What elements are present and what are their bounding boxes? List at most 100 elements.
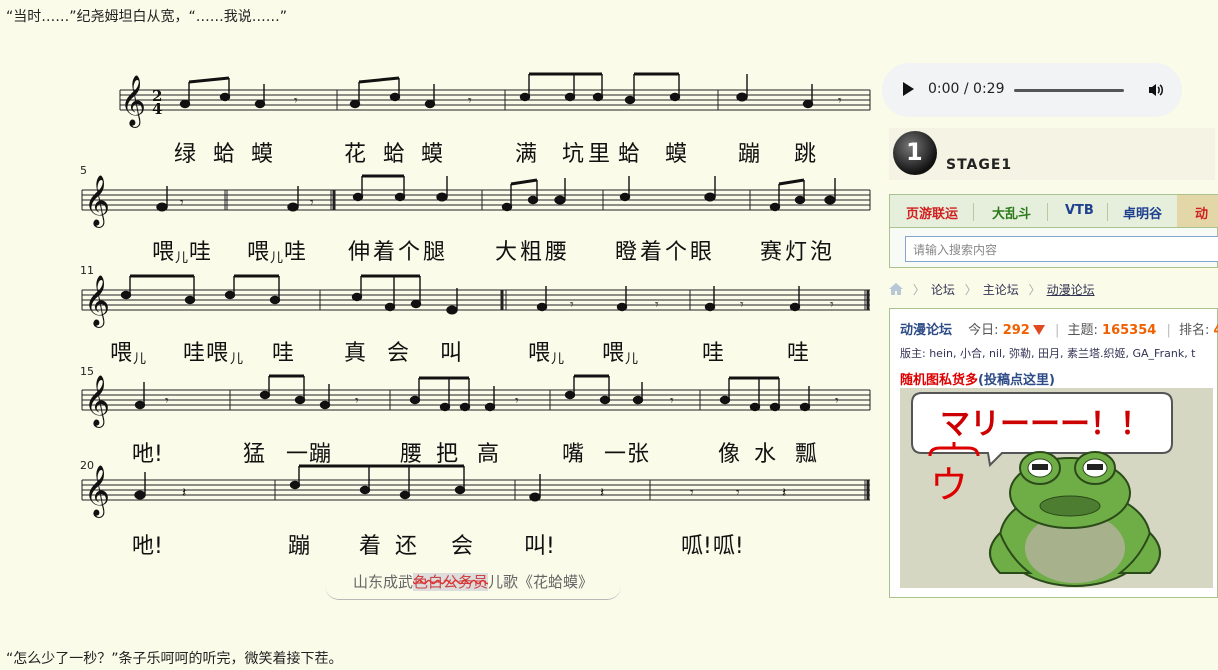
svg-text:𝄽: 𝄽 [182,485,186,501]
random-image[interactable]: マリーーー！！ ウ [900,388,1213,588]
site-logo[interactable]: 1 STAGE1 [889,128,1215,180]
svg-text:𝄞: 𝄞 [84,175,110,228]
lyric: 大 粗 腰 [495,240,567,265]
svg-text:𝄾: 𝄾 [838,93,842,109]
lyric: 蹦 [288,534,311,559]
sheet-music-score: 𝄞 𝄞 𝄞 𝄞 𝄞 2 4 𝄾 𝄾 𝄾 𝄾 𝄾 𝄾 𝄾 𝄾 𝄾 𝄾 𝄾 𝄾 𝄾 … [70,60,880,580]
lyric: 坑 [562,142,585,167]
lyric: 蟆 [421,142,444,167]
caption-prefix: 山东成武 [352,573,413,591]
lyric: 蹦 [738,142,761,167]
caption-suffix: 儿歌《花蛤蟆》 [488,573,594,591]
lyric: 瓢 [795,442,818,467]
lyric: 吔! [132,442,163,467]
submit-link[interactable]: (投稿点这里) [978,373,1055,388]
play-icon[interactable] [903,82,914,96]
lyric: 喂 [110,341,133,366]
lyric: 水 [754,442,777,467]
lyric: 喂 [247,240,270,265]
lyric: 呱! 呱! [681,534,744,559]
lyric: 还 [395,534,418,559]
today-count: 292 [1002,323,1030,338]
svg-text:𝄾: 𝄾 [165,393,169,409]
time-signature-bottom: 4 [152,100,162,118]
lyric: 吔! [132,534,163,559]
measure-number-15: 15 [80,365,94,378]
svg-text:𝄾: 𝄾 [740,297,744,313]
lyric: 哇 [189,240,212,265]
caption-struck-text: 色白公务员 [412,573,488,591]
search-input[interactable]: 请输入搜索内容 [905,236,1218,262]
svg-text:𝄾: 𝄾 [180,195,184,211]
home-icon[interactable] [889,283,903,295]
forum-name[interactable]: 动漫论坛 [900,323,952,338]
lyric: 儿 [230,352,244,367]
lyric: 叫! [524,534,555,559]
lyric: 瞪 着 个 眼 [615,240,712,265]
breadcrumb-anime-forum[interactable]: 动漫论坛 [1047,283,1095,297]
forum-sidebar: 1 STAGE1 页游联运 大乱斗 VTB 卓明谷 动 请输入搜索内容 〉论坛 … [889,124,1218,600]
moderators: 版主: hein, 小合, nil, 弥勒, 田月, 素兰塔.织姬, GA_Fr… [900,347,1196,360]
svg-text:𝄾: 𝄾 [655,297,659,313]
svg-text:𝄾: 𝄾 [690,485,694,501]
audio-seek-bar[interactable] [1014,89,1124,92]
lyric: 儿 [133,352,147,367]
tab-brawl[interactable]: 大乱斗 [992,203,1031,222]
lyric: 哇 [787,341,810,366]
lyric: 蛤 [213,142,236,167]
measure-number-11: 11 [80,264,94,277]
tab-webgame[interactable]: 页游联运 [906,203,958,222]
lyric: 伸 着 个 腿 [348,240,445,265]
forum-header: 动漫论坛 今日: 292 | 主题: 165354 | 排名: 4 [900,319,1218,338]
lyric: 把 [436,442,459,467]
search-area: 请输入搜索内容 [889,228,1218,268]
annotation-text: ウ [930,463,968,507]
story-paragraph-top: “当时……”纪尧姆坦白从宽，“……我说……” [6,9,288,25]
lyric: 蛤 [618,142,641,167]
svg-text:𝄾: 𝄾 [294,93,298,109]
breadcrumb-forum[interactable]: 论坛 [931,283,955,297]
lyric: 喂 [528,341,551,366]
stage1-logo-icon: 1 [893,131,937,175]
breadcrumb-main-forum[interactable]: 主论坛 [983,283,1019,297]
tab-vtb[interactable]: VTB [1065,203,1094,218]
lyric: 喂 [602,341,625,366]
svg-text:𝄽: 𝄽 [782,485,786,501]
lyric: 嘴 [562,442,585,467]
svg-text:𝄾: 𝄾 [835,393,839,409]
lyric: 花 [344,142,367,167]
lyric: 哇 [272,341,295,366]
lyric: 真 [344,341,367,366]
bubble-text: マリーーー！！ [940,407,1150,442]
audio-player[interactable]: 0:00 / 0:29 [882,63,1182,117]
svg-text:𝄽: 𝄽 [600,485,604,501]
svg-text:𝄾: 𝄾 [670,393,674,409]
topic-count: 165354 [1102,323,1157,338]
tab-zhuomingu[interactable]: 卓明谷 [1123,203,1162,222]
lyric: 像 [718,442,741,467]
forum-tabs: 页游联运 大乱斗 VTB 卓明谷 动 [889,194,1218,228]
lyric: 儿 [551,352,565,367]
lyric: 一 蹦 [286,442,331,467]
measure-number-20: 20 [80,459,94,472]
audio-time: 0:00 / 0:29 [928,81,1005,97]
lyric: 里 [588,142,611,167]
svg-text:𝄞: 𝄞 [84,375,110,428]
score-caption: 山东成武色白公务员儿歌《花蛤蟆》 [325,567,621,600]
lyric: 跳 [794,142,817,167]
volume-icon[interactable] [1148,82,1164,98]
lyric: 着 [359,534,382,559]
lyric: 绿 [174,142,197,167]
lyric: 儿 [175,251,189,266]
lyric: 高 [477,442,500,467]
lyric: 哇 喂 [183,341,228,366]
lyric: 蛤 [383,142,406,167]
lyric: 会 [387,341,410,366]
svg-text:𝄾: 𝄾 [515,393,519,409]
svg-text:𝄾: 𝄾 [310,195,314,211]
tab-anime[interactable]: 动 [1195,203,1208,222]
lyric: 儿 [625,352,639,367]
lyric: 会 [451,534,474,559]
breadcrumb: 〉论坛 〉主论坛 〉动漫论坛 [889,281,1095,298]
forum-panel: 动漫论坛 今日: 292 | 主题: 165354 | 排名: 4 版主: he… [889,308,1218,598]
